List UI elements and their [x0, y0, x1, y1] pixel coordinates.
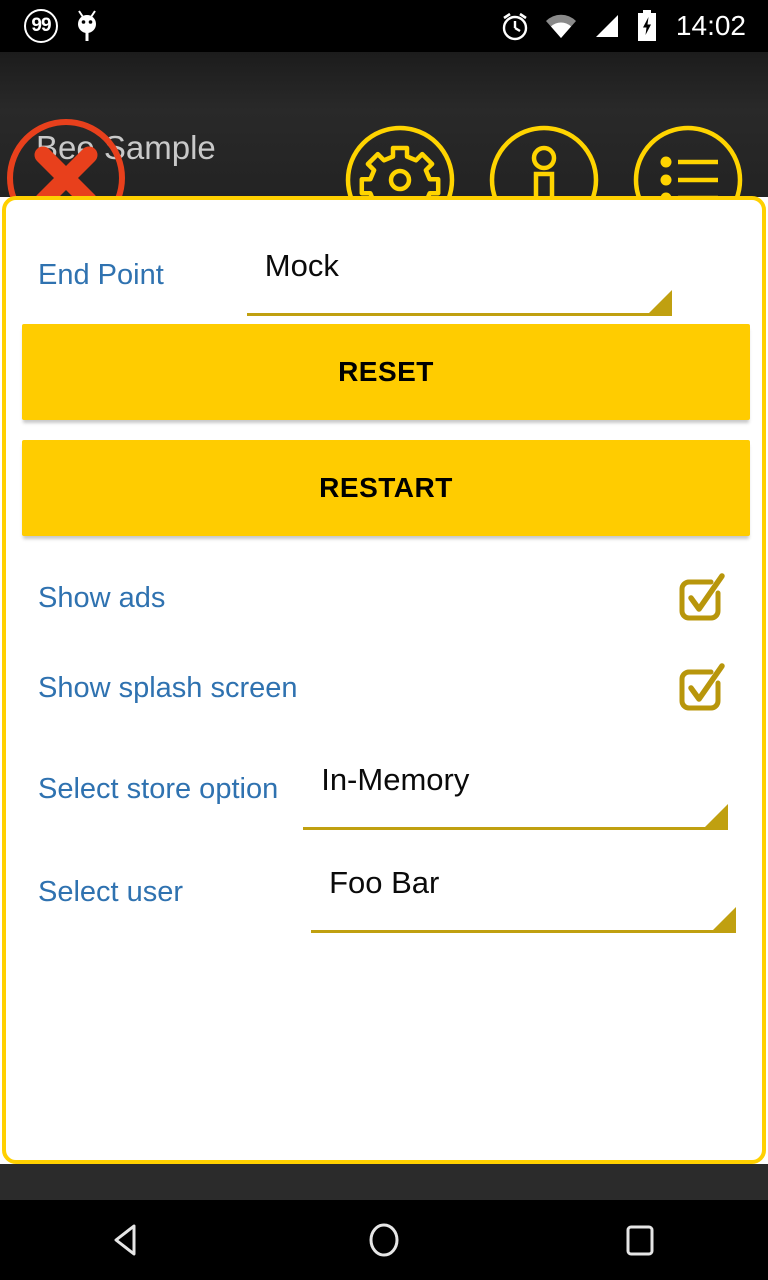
recents-button[interactable] [580, 1200, 700, 1280]
settings-card: End Point Mock RESET RESTART Show ads Sh… [2, 196, 766, 1164]
app-bar: Bee Sample [0, 52, 768, 237]
battery-charging-icon [637, 10, 656, 41]
store-option-value: In-Memory [321, 762, 470, 797]
select-user-value: Foo Bar [329, 865, 440, 900]
row-endpoint: End Point Mock [6, 234, 762, 316]
cellular-signal-icon [595, 15, 618, 37]
chevron-down-icon[interactable] [710, 907, 737, 933]
row-select-user: Select user Foo Bar [6, 851, 762, 933]
row-show-ads[interactable]: Show ads [6, 558, 762, 638]
store-option-spinner[interactable]: In-Memory [303, 748, 729, 830]
home-button[interactable] [324, 1200, 444, 1280]
alarm-clock-icon [502, 12, 528, 41]
endpoint-spinner[interactable]: Mock [246, 234, 672, 316]
wifi-icon [545, 14, 576, 38]
endpoint-underline [246, 313, 672, 316]
app-screen: 99 14:02 Bee Sample End Point Mock RESET… [0, 0, 768, 1280]
nav-gap [0, 1164, 768, 1200]
recents-square-icon [626, 1225, 654, 1256]
select-user-spinner[interactable]: Foo Bar [311, 851, 737, 933]
chevron-down-icon[interactable] [702, 804, 729, 830]
endpoint-value: Mock [264, 248, 339, 283]
store-option-underline [303, 827, 729, 830]
back-button[interactable] [68, 1200, 188, 1280]
row-store-option: Select store option In-Memory [6, 748, 762, 830]
home-circle-icon [369, 1223, 399, 1257]
show-ads-label: Show ads [38, 581, 166, 614]
badge-99-icon: 99 [24, 9, 58, 43]
show-splash-checkbox[interactable] [674, 661, 728, 715]
show-ads-checkbox[interactable] [674, 571, 728, 625]
android-nav-bar [0, 1200, 768, 1280]
endpoint-label: End Point [38, 258, 164, 291]
restart-button[interactable]: RESTART [22, 440, 750, 536]
store-option-label: Select store option [38, 772, 279, 805]
select-user-label: Select user [38, 875, 184, 908]
status-bar-left: 99 [0, 9, 102, 43]
back-triangle-icon [114, 1224, 136, 1256]
select-user-underline [311, 930, 737, 933]
status-bar: 99 14:02 [0, 0, 768, 52]
status-bar-clock: 14:02 [675, 10, 746, 41]
show-splash-label: Show splash screen [38, 671, 298, 704]
status-bar-right: 14:02 [500, 10, 768, 42]
row-show-splash[interactable]: Show splash screen [6, 648, 762, 728]
chevron-down-icon[interactable] [645, 290, 672, 316]
reset-button[interactable]: RESET [22, 324, 750, 420]
android-bug-icon [78, 10, 96, 41]
